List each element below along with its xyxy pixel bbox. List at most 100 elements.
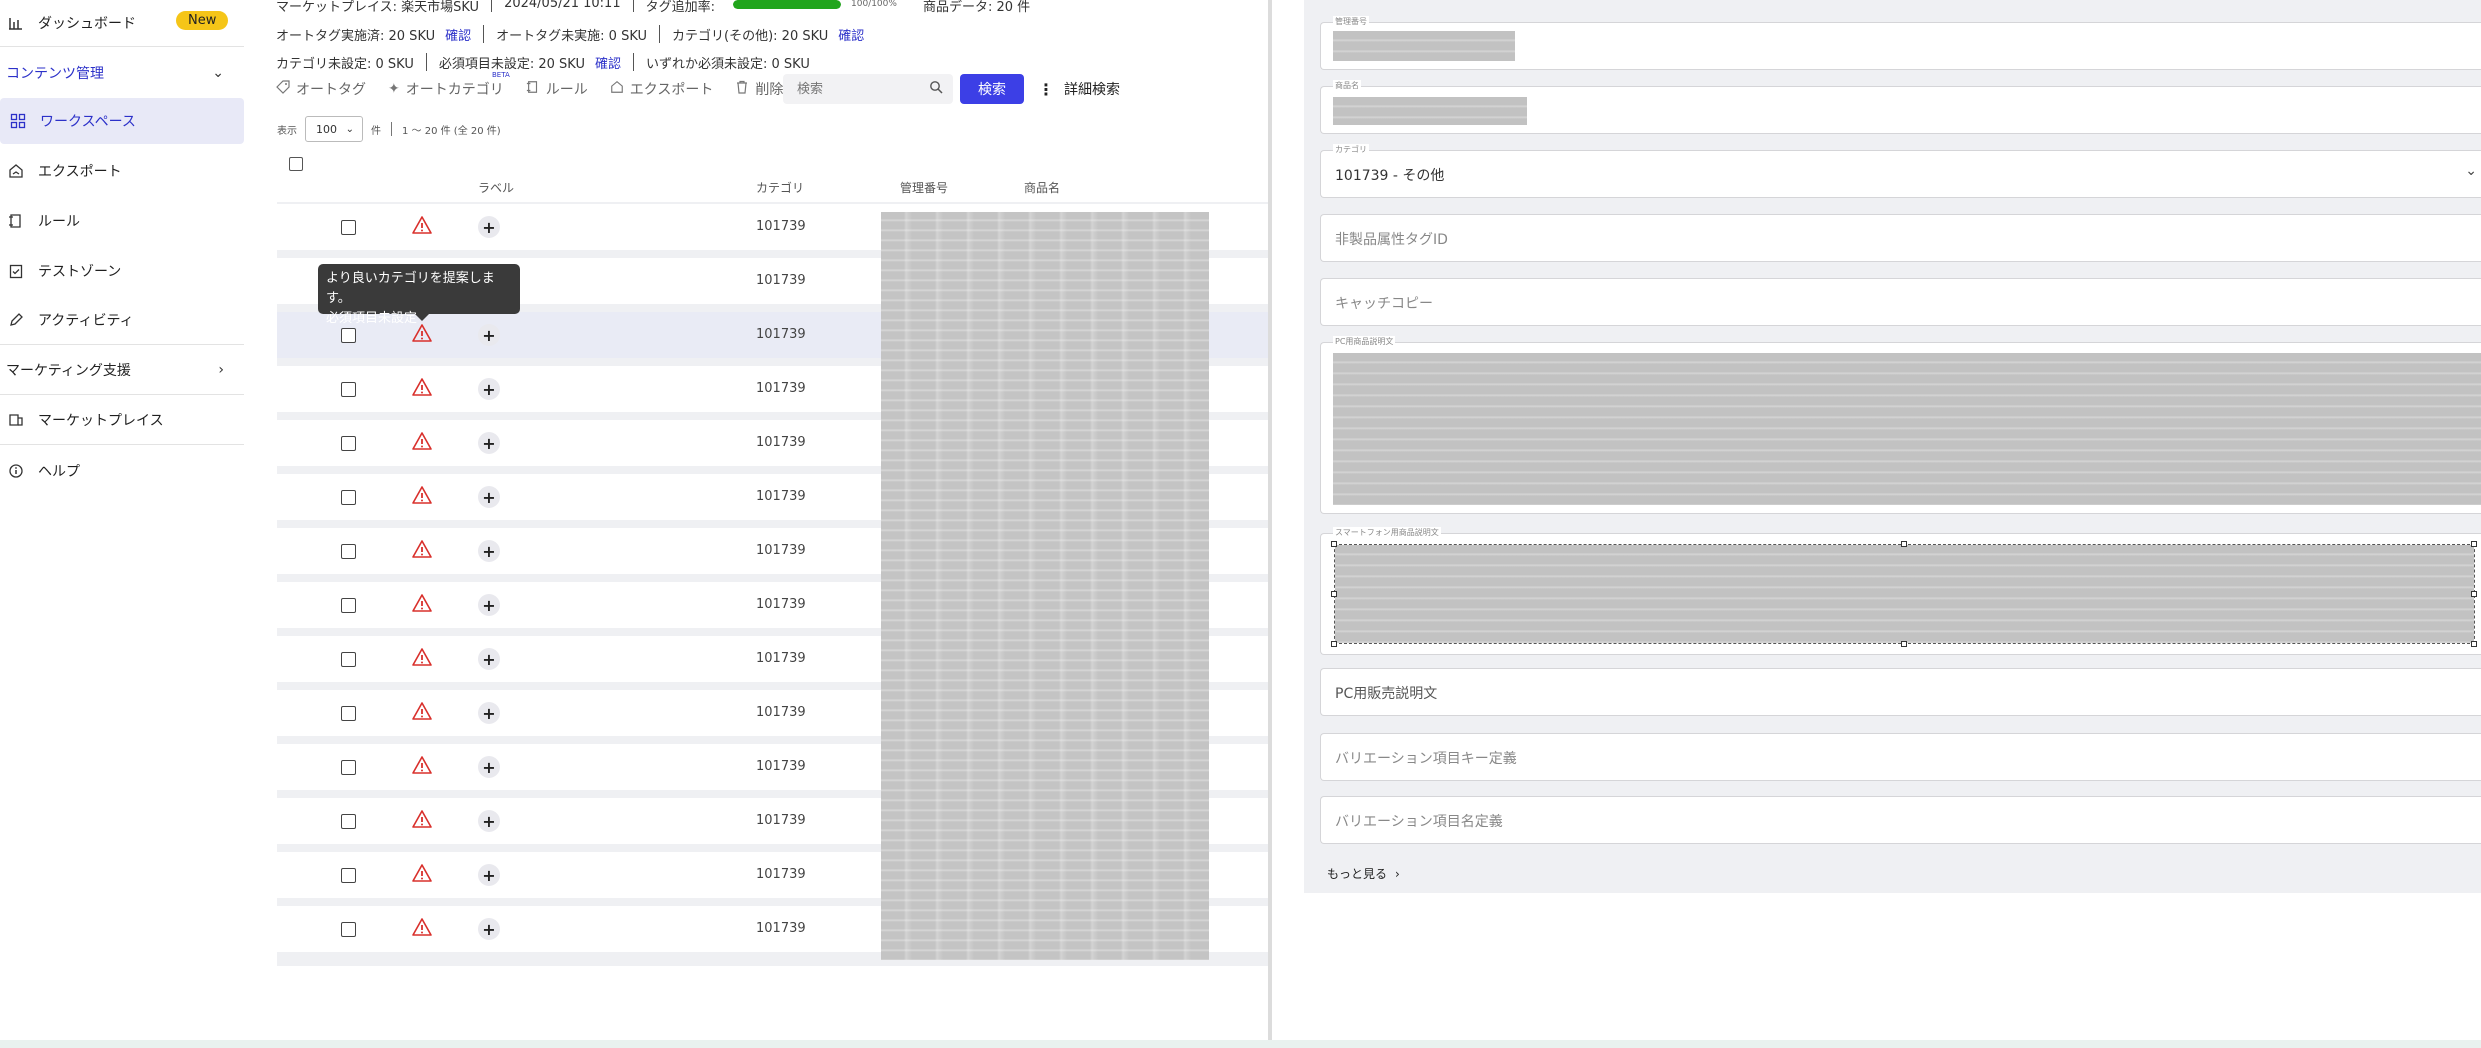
row-checkbox[interactable] <box>341 544 356 559</box>
catch-copy-field[interactable]: キャッチコピー <box>1320 278 2481 326</box>
resize-handle[interactable] <box>2471 541 2477 547</box>
add-label-button[interactable]: + <box>478 864 500 886</box>
confirm-link[interactable]: 確認 <box>838 25 864 44</box>
sidebar-section-content[interactable]: コンテンツ管理 ⌄ <box>0 50 244 96</box>
row-checkbox[interactable] <box>341 490 356 505</box>
category-other-text: カテゴリ(その他): 20 SKU <box>672 28 829 44</box>
warning-icon[interactable] <box>411 538 433 560</box>
field-label: 管理番号 <box>1333 16 1369 27</box>
select-all-checkbox[interactable] <box>289 157 303 171</box>
sidebar-item-activity[interactable]: アクティビティ <box>0 297 244 343</box>
add-label-button[interactable]: + <box>478 648 500 670</box>
rule-label: ルール <box>545 82 588 98</box>
search-input[interactable] <box>795 80 915 98</box>
row-checkbox[interactable] <box>341 436 356 451</box>
row-checkbox[interactable] <box>341 382 356 397</box>
delete-button[interactable]: 削除 <box>735 79 783 99</box>
add-label-button[interactable]: + <box>478 378 500 400</box>
pc-description-field[interactable]: PC用商品説明文 <box>1320 336 2481 514</box>
show-more-link[interactable]: もっと見る › <box>1327 865 1400 882</box>
resize-handle[interactable] <box>1331 641 1337 647</box>
add-label-button[interactable]: + <box>478 702 500 724</box>
add-label-button[interactable]: + <box>478 540 500 562</box>
confirm-link[interactable]: 確認 <box>595 53 621 72</box>
search-button[interactable]: 検索 <box>960 74 1024 104</box>
resize-handle[interactable] <box>1331 541 1337 547</box>
datetime-text: 2024/05/21 10:11 <box>504 0 621 11</box>
warning-icon[interactable] <box>411 214 433 236</box>
add-label-button[interactable]: + <box>478 756 500 778</box>
sidebar-item-testzone[interactable]: テストゾーン <box>0 248 244 294</box>
sidebar-item-help[interactable]: ヘルプ <box>0 448 244 494</box>
resize-handle[interactable] <box>2471 641 2477 647</box>
add-label-button[interactable]: + <box>478 810 500 832</box>
add-label-button[interactable]: + <box>478 216 500 238</box>
row-checkbox[interactable] <box>341 922 356 937</box>
add-label-button[interactable]: + <box>478 594 500 616</box>
row-category: 101739 <box>756 705 806 720</box>
row-checkbox[interactable] <box>341 328 356 343</box>
warning-icon[interactable] <box>411 646 433 668</box>
sidebar-item-workspace[interactable]: ワークスペース <box>0 98 244 144</box>
clipboard-check-icon <box>6 261 26 281</box>
export-button[interactable]: エクスポート <box>610 79 714 99</box>
page-size-select[interactable]: 100 ⌄ <box>305 116 363 142</box>
divider <box>0 444 244 445</box>
row-checkbox[interactable] <box>341 652 356 667</box>
warning-icon[interactable] <box>411 376 433 398</box>
delete-label: 削除 <box>755 82 784 98</box>
row-checkbox[interactable] <box>341 868 356 883</box>
category-unset-text: カテゴリ未設定: 0 SKU <box>276 56 414 72</box>
export-icon <box>610 80 624 98</box>
warning-icon[interactable] <box>411 808 433 830</box>
marketplace-text: マーケットプレイス: 楽天市場SKU <box>276 0 480 15</box>
sidebar-section-marketing[interactable]: マーケティング支援 › <box>0 347 244 393</box>
row-checkbox[interactable] <box>341 760 356 775</box>
row-checkbox[interactable] <box>341 220 356 235</box>
export-label: エクスポート <box>629 82 714 98</box>
product-name-field[interactable]: 商品名 <box>1320 80 2481 134</box>
confirm-link[interactable]: 確認 <box>445 25 471 44</box>
warning-icon[interactable] <box>411 592 433 614</box>
resize-handle[interactable] <box>2471 591 2477 597</box>
search-icon[interactable] <box>929 80 943 98</box>
text-selection-box[interactable] <box>1334 544 2475 644</box>
rule-button[interactable]: ルール <box>526 79 588 99</box>
advanced-search-button[interactable]: ⋮ 詳細検索 <box>1038 74 1120 104</box>
mgmt-no-field[interactable]: 管理番号 <box>1320 16 2481 70</box>
search-box <box>783 74 953 104</box>
warning-icon[interactable] <box>411 700 433 722</box>
sidebar-item-rule[interactable]: ルール <box>0 198 244 244</box>
warning-icon[interactable] <box>411 430 433 452</box>
autocategory-button[interactable]: ✦ オートカテゴリ BETA <box>388 71 510 99</box>
add-label-button[interactable]: + <box>478 918 500 940</box>
add-label-button[interactable]: + <box>478 432 500 454</box>
progress-fill <box>733 0 841 9</box>
sidebar-item-dashboard[interactable]: ダッシュボード New <box>0 0 244 46</box>
rule-icon <box>526 80 540 98</box>
autotag-button[interactable]: オートタグ <box>276 79 366 99</box>
row-checkbox[interactable] <box>341 598 356 613</box>
category-select[interactable]: カテゴリ 101739 - その他 ⌄ <box>1320 144 2481 198</box>
non-product-tag-field[interactable]: 非製品属性タグID <box>1320 214 2481 262</box>
new-badge: New <box>176 11 229 30</box>
warning-icon[interactable] <box>411 484 433 506</box>
autocategory-label: オートカテゴリ <box>405 82 504 98</box>
warning-icon[interactable] <box>411 916 433 938</box>
row-category: 101739 <box>756 489 806 504</box>
warning-icon[interactable] <box>411 754 433 776</box>
row-checkbox[interactable] <box>341 814 356 829</box>
chevron-down-icon: ⌄ <box>345 123 354 135</box>
variation-name-field[interactable]: バリエーション項目名定義 <box>1320 796 2481 844</box>
chevron-right-icon: › <box>218 362 224 378</box>
sidebar-item-export[interactable]: エクスポート <box>0 148 244 194</box>
variation-key-field[interactable]: バリエーション項目キー定義 <box>1320 733 2481 781</box>
warning-icon[interactable] <box>411 862 433 884</box>
resize-handle[interactable] <box>1331 591 1337 597</box>
resize-handle[interactable] <box>1901 641 1907 647</box>
resize-handle[interactable] <box>1901 541 1907 547</box>
add-label-button[interactable]: + <box>478 486 500 508</box>
sidebar-item-marketplace[interactable]: マーケットプレイス <box>0 397 244 443</box>
pc-sales-description-field[interactable]: PC用販売説明文 <box>1320 668 2481 716</box>
row-checkbox[interactable] <box>341 706 356 721</box>
